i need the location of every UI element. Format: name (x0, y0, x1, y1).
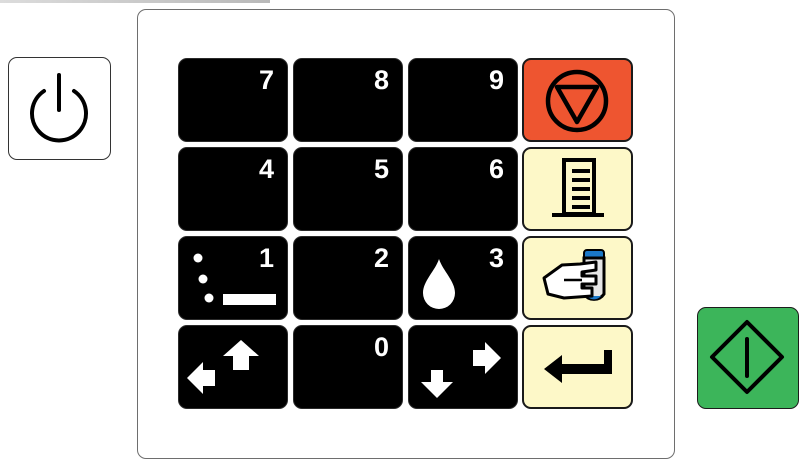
power-button[interactable] (8, 57, 111, 160)
key-label: 9 (488, 65, 504, 95)
key-0[interactable]: 0 (293, 325, 403, 409)
key-1[interactable]: 1 (178, 236, 288, 320)
key-7[interactable]: 7 (178, 58, 288, 142)
hand-pump-icon (542, 249, 606, 301)
key-6[interactable]: 6 (408, 147, 518, 231)
key-label: 8 (373, 65, 389, 95)
key-8[interactable]: 8 (293, 58, 403, 142)
key-9[interactable]: 9 (408, 58, 518, 142)
key-5[interactable]: 5 (293, 147, 403, 231)
key-label: 7 (258, 65, 274, 95)
drop-icon (423, 259, 455, 309)
level-button[interactable] (522, 147, 633, 231)
power-icon (30, 73, 88, 143)
key-label: 4 (258, 154, 274, 184)
stop-icon (545, 69, 609, 133)
enter-arrow-icon (544, 350, 612, 383)
arrows-left-up-button[interactable] (178, 325, 288, 409)
start-button[interactable] (697, 307, 799, 409)
key-label: 5 (373, 154, 389, 184)
enter-button[interactable] (522, 325, 633, 409)
top-edge-line (0, 0, 270, 3)
key-label: 2 (373, 243, 389, 273)
key-label: 6 (488, 154, 504, 184)
start-icon (710, 320, 784, 394)
arrows-down-right-icon (421, 342, 501, 398)
hand-pump-button[interactable] (522, 236, 633, 320)
key-3[interactable]: 3 (408, 236, 518, 320)
arrows-left-up-icon (187, 340, 259, 394)
stop-button[interactable] (522, 58, 633, 142)
key-label: 0 (373, 332, 389, 362)
key-4[interactable]: 4 (178, 147, 288, 231)
dots-underline-icon (193, 253, 276, 305)
level-gauge-icon (552, 158, 604, 217)
key-2[interactable]: 2 (293, 236, 403, 320)
arrows-down-right-button[interactable] (408, 325, 518, 409)
